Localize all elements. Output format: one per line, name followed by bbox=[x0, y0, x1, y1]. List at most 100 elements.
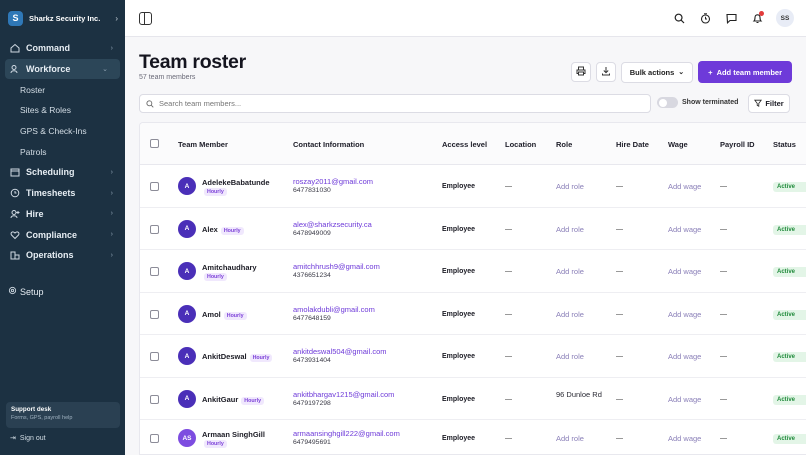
add-role-link[interactable]: Add role bbox=[556, 267, 584, 276]
column-header-team-member[interactable]: Team Member bbox=[178, 140, 228, 149]
member-email[interactable]: ankitdeswal504@gmail.com bbox=[293, 347, 387, 356]
column-header-hire-date[interactable]: Hire Date bbox=[616, 140, 649, 149]
add-wage-link[interactable]: Add wage bbox=[668, 434, 701, 443]
member-name[interactable]: AnkitGaur Hourly bbox=[202, 395, 265, 405]
app-root: S Sharkz Security Inc. › Command › Workf… bbox=[0, 0, 806, 455]
row-checkbox[interactable] bbox=[150, 182, 159, 191]
member-name[interactable]: Amitchaudhary bbox=[202, 263, 257, 272]
member-email[interactable]: alex@sharkzsecurity.ca bbox=[293, 220, 372, 229]
search-bar bbox=[139, 94, 651, 113]
select-all-checkbox[interactable] bbox=[150, 139, 159, 148]
brand-logo: S bbox=[8, 10, 23, 26]
role-value[interactable]: 96 Dunloe Rd bbox=[556, 390, 606, 399]
member-name[interactable]: AnkitDeswal Hourly bbox=[202, 352, 273, 362]
sidebar-subitem-sites-roles[interactable]: Sites & Roles bbox=[0, 100, 125, 121]
chat-icon[interactable] bbox=[724, 11, 738, 25]
row-checkbox[interactable] bbox=[150, 309, 159, 319]
member-name[interactable]: Armaan SinghGill bbox=[202, 430, 265, 439]
toggle-switch[interactable] bbox=[657, 97, 678, 108]
home-icon bbox=[10, 43, 20, 53]
user-avatar[interactable]: SS bbox=[776, 9, 794, 27]
row-checkbox[interactable] bbox=[150, 267, 159, 276]
search-icon[interactable] bbox=[672, 11, 686, 25]
sidebar-subitem-gps-checkins[interactable]: GPS & Check-Ins bbox=[0, 121, 125, 142]
add-wage-link[interactable]: Add wage bbox=[668, 352, 701, 361]
member-email[interactable]: armaansinghgill222@gmail.com bbox=[293, 429, 400, 438]
sidebar-item-workforce[interactable]: Workforce ⌄ bbox=[5, 58, 120, 80]
add-wage-link[interactable]: Add wage bbox=[668, 395, 701, 404]
sidebar-subitem-patrols[interactable]: Patrols bbox=[0, 141, 125, 162]
row-checkbox[interactable] bbox=[150, 224, 159, 234]
print-button[interactable] bbox=[570, 62, 591, 82]
add-wage-link[interactable]: Add wage bbox=[668, 267, 701, 276]
table-row[interactable]: A Amol Hourly amolakdubli@gmail.com 64776… bbox=[140, 293, 806, 335]
column-header-role[interactable]: Role bbox=[556, 140, 572, 149]
bell-icon[interactable] bbox=[750, 11, 764, 25]
hire-date-value: — bbox=[616, 268, 623, 275]
bulk-actions-dropdown[interactable]: Bulk actions ⌄ bbox=[620, 61, 694, 83]
hourly-badge: Hourly bbox=[223, 311, 247, 320]
add-role-link[interactable]: Add role bbox=[556, 182, 584, 191]
sidebar-item-compliance[interactable]: Compliance › bbox=[0, 224, 125, 245]
location-value: — bbox=[505, 310, 512, 318]
payroll-id-value: — bbox=[720, 435, 727, 442]
topbar: SS bbox=[125, 0, 806, 37]
sidebar-item-timesheets[interactable]: Timesheets › bbox=[0, 183, 125, 204]
sidebar-item-hire[interactable]: Hire › bbox=[0, 204, 125, 225]
payroll-id-value: — bbox=[720, 225, 727, 233]
add-role-link[interactable]: Add role bbox=[556, 352, 584, 361]
column-header-payroll-id[interactable]: Payroll ID bbox=[720, 140, 755, 149]
sidebar-item-label: Timesheets bbox=[26, 188, 76, 199]
column-header-contact[interactable]: Contact Information bbox=[293, 140, 364, 149]
add-role-link[interactable]: Add role bbox=[556, 434, 584, 443]
setup-label: Setup bbox=[20, 286, 44, 297]
add-wage-link[interactable]: Add wage bbox=[668, 225, 701, 234]
table-row[interactable]: A Alex Hourly alex@sharkzsecurity.ca 6478… bbox=[140, 208, 806, 250]
sidebar-item-command[interactable]: Command › bbox=[0, 38, 125, 59]
sidebar-item-label: Compliance bbox=[26, 229, 78, 240]
sidebar-toggle-icon[interactable] bbox=[139, 12, 152, 25]
column-header-access-level[interactable]: Access level bbox=[442, 140, 487, 149]
column-header-status[interactable]: Status bbox=[773, 140, 796, 149]
member-name[interactable]: Alex Hourly bbox=[202, 225, 244, 235]
add-role-link[interactable]: Add role bbox=[556, 310, 584, 319]
member-email[interactable]: amitchhrush9@gmail.com bbox=[293, 262, 380, 271]
member-name[interactable]: AdelekeBabatunde bbox=[202, 178, 270, 187]
payroll-id-value: — bbox=[720, 395, 727, 403]
search-input[interactable] bbox=[159, 99, 639, 108]
support-subtitle: Forms, GPS, payroll help bbox=[11, 415, 73, 421]
column-header-wage[interactable]: Wage bbox=[668, 140, 688, 149]
column-header-location[interactable]: Location bbox=[505, 140, 536, 149]
add-wage-link[interactable]: Add wage bbox=[668, 310, 701, 319]
filter-button[interactable]: Filter bbox=[748, 94, 790, 113]
download-button[interactable] bbox=[595, 62, 616, 82]
member-email[interactable]: amolakdubli@gmail.com bbox=[293, 305, 375, 314]
sign-out-button[interactable]: ⇥ Sign out bbox=[10, 434, 46, 443]
payroll-id-value: — bbox=[720, 310, 727, 318]
show-terminated-toggle[interactable]: Show terminated bbox=[657, 97, 738, 108]
table-row[interactable]: AS Armaan SinghGill Hourly armaansinghgi… bbox=[140, 420, 806, 454]
timer-icon[interactable] bbox=[698, 11, 712, 25]
support-desk-card[interactable]: Support desk Forms, GPS, payroll help bbox=[6, 402, 120, 428]
table-row[interactable]: A AnkitDeswal Hourly ankitdeswal504@gmail… bbox=[140, 335, 806, 378]
member-name[interactable]: Amol Hourly bbox=[202, 310, 247, 320]
sidebar-item-operations[interactable]: Operations › bbox=[0, 245, 125, 266]
sidebar-subitem-roster[interactable]: Roster bbox=[0, 79, 125, 100]
chevron-right-icon: › bbox=[110, 189, 113, 197]
table-row[interactable]: A AdelekeBabatunde Hourly roszay2011@gma… bbox=[140, 165, 806, 208]
add-team-member-button[interactable]: + Add team member bbox=[698, 61, 792, 83]
org-switcher[interactable]: S Sharkz Security Inc. › bbox=[8, 8, 118, 28]
table-row[interactable]: A AnkitGaur Hourly ankitbhargav1215@gmail… bbox=[140, 378, 806, 420]
table-header: Team Member Contact Information Access l… bbox=[140, 123, 806, 165]
hourly-badge: Hourly bbox=[204, 440, 227, 448]
row-checkbox[interactable] bbox=[150, 394, 159, 404]
row-checkbox[interactable] bbox=[150, 352, 159, 361]
row-checkbox[interactable] bbox=[150, 434, 159, 443]
add-wage-link[interactable]: Add wage bbox=[668, 182, 701, 191]
sidebar-item-scheduling[interactable]: Scheduling › bbox=[0, 162, 125, 183]
sidebar-item-setup[interactable]: Setup bbox=[8, 286, 44, 297]
member-email[interactable]: ankitbhargav1215@gmail.com bbox=[293, 390, 394, 399]
table-row[interactable]: A Amitchaudhary Hourly amitchhrush9@gmai… bbox=[140, 250, 806, 293]
add-role-link[interactable]: Add role bbox=[556, 225, 584, 234]
member-email[interactable]: roszay2011@gmail.com bbox=[293, 177, 373, 186]
